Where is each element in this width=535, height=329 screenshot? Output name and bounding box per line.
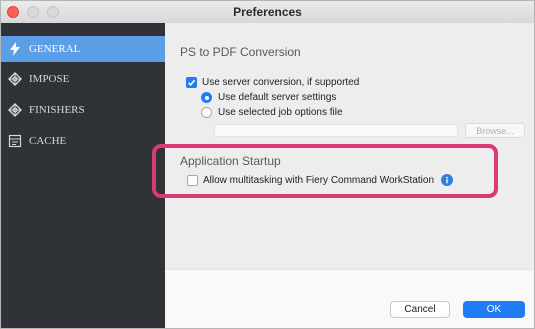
use-default-server-settings-label: Use default server settings xyxy=(218,92,337,103)
sidebar-item-impose[interactable]: IMPOSE xyxy=(1,66,165,92)
application-startup-section-title: Application Startup xyxy=(180,154,281,168)
job-options-file-field[interactable] xyxy=(214,124,458,137)
window-title: Preferences xyxy=(233,5,302,19)
preferences-window: Preferences GENERAL IMPOSE FINISHERS CAC… xyxy=(0,0,535,329)
radio-unselected-icon xyxy=(201,107,212,118)
sidebar-item-label: FINISHERS xyxy=(29,104,85,116)
sidebar-item-general[interactable]: GENERAL xyxy=(1,36,165,62)
allow-multitasking-label: Allow multitasking with Fiery Command Wo… xyxy=(203,174,435,186)
radio-selected-icon xyxy=(201,92,212,103)
ok-button[interactable]: OK xyxy=(463,301,525,318)
cache-icon xyxy=(7,134,23,148)
browse-button[interactable]: Browse... xyxy=(465,123,525,138)
finishers-icon xyxy=(7,103,23,117)
checkbox-unchecked-icon xyxy=(187,174,198,186)
use-server-conversion-checkbox[interactable]: Use server conversion, if supported xyxy=(186,77,359,88)
sidebar-item-cache[interactable]: CACHE xyxy=(1,128,165,154)
lightning-icon xyxy=(7,42,23,56)
allow-multitasking-checkbox[interactable]: Allow multitasking with Fiery Command Wo… xyxy=(187,174,454,186)
use-selected-job-options-label: Use selected job options file xyxy=(218,107,343,118)
title-bar: Preferences xyxy=(1,1,534,24)
ps-to-pdf-section-title: PS to PDF Conversion xyxy=(180,45,301,59)
sidebar-item-label: IMPOSE xyxy=(29,73,70,85)
impose-icon xyxy=(7,72,23,86)
sidebar: GENERAL IMPOSE FINISHERS CACHE xyxy=(1,23,165,328)
use-default-server-settings-radio[interactable]: Use default server settings xyxy=(201,92,336,103)
sidebar-item-label: CACHE xyxy=(29,135,67,147)
highlight-annotation xyxy=(152,144,498,198)
checkmark-icon xyxy=(186,77,197,88)
info-icon[interactable] xyxy=(441,174,454,186)
footer-bar xyxy=(165,269,534,328)
cancel-button[interactable]: Cancel xyxy=(390,301,450,318)
sidebar-item-finishers[interactable]: FINISHERS xyxy=(1,97,165,123)
use-server-conversion-label: Use server conversion, if supported xyxy=(202,77,360,88)
use-selected-job-options-radio[interactable]: Use selected job options file xyxy=(201,107,343,118)
sidebar-item-label: GENERAL xyxy=(29,43,81,55)
